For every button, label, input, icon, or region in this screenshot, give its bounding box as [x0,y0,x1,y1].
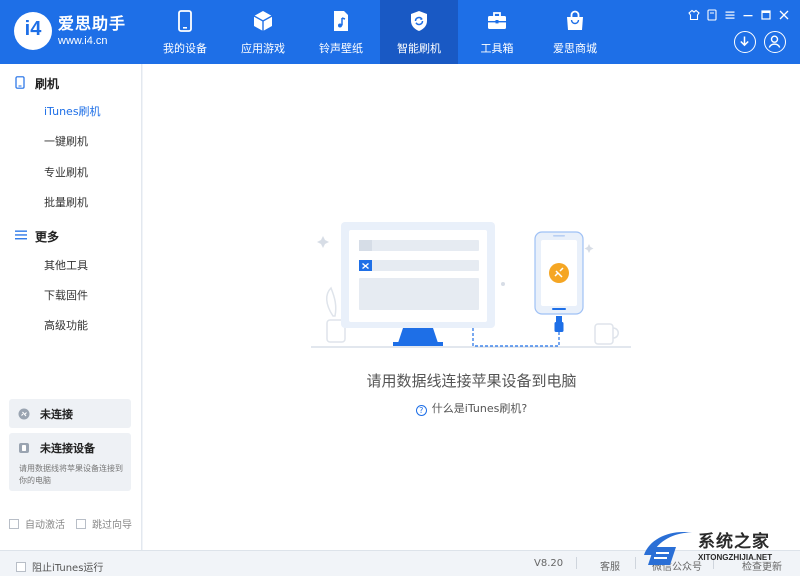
close-icon[interactable] [778,6,790,20]
device-status-title: 未连接设备 [40,442,95,455]
connect-device-message: 请用数据线连接苹果设备到电脑 [366,372,577,390]
cube-icon [253,11,273,31]
watermark-text: 系统之家 [698,532,770,552]
sidebar-item-itunes-flash[interactable]: iTunes刷机 [0,98,142,126]
auto-activate-label: 自动激活 [25,520,65,531]
watermark-url: XITONGZHIJIA.NET [698,553,773,562]
sidebar-item-advanced[interactable]: 高级功能 [0,312,142,340]
sidebar-item-pro-flash[interactable]: 专业刷机 [0,159,142,187]
tab-label: 铃声壁纸 [319,42,363,55]
minimize-icon[interactable] [742,6,754,18]
tab-label: 爱思商城 [553,42,597,55]
watermark-logo-icon [644,531,692,565]
device-icon [19,443,29,453]
tab-ringtones-wallpapers[interactable]: 铃声壁纸 [302,0,380,64]
tab-label: 应用游戏 [241,42,285,55]
sidebar-item-other-tools[interactable]: 其他工具 [0,252,142,280]
block-itunes-label: 阻止iTunes运行 [32,563,104,574]
phone-icon [178,10,192,32]
sidebar-header-more: 更多 [0,220,142,250]
skip-wizard-option[interactable]: 跳过向导 [76,516,132,531]
watermark: 系统之家 XITONGZHIJIA.NET [640,523,796,571]
support-link[interactable]: 客服 [600,558,620,573]
version-label: V8.20 [534,558,564,569]
device-status-desc: 请用数据线将苹果设备连接到你的电脑 [19,464,123,485]
sidebar-item-batch-flash[interactable]: 批量刷机 [0,189,142,217]
skip-wizard-label: 跳过向导 [92,520,132,531]
unlink-icon [18,408,30,420]
sidebar: 刷机 iTunes刷机 一键刷机 专业刷机 批量刷机 更多 其他工具 下载固件 … [0,64,142,576]
tab-i4-store[interactable]: 爱思商城 [536,0,614,64]
block-itunes-checkbox[interactable] [16,561,26,572]
skip-wizard-checkbox[interactable] [76,518,86,529]
connect-device-illustration [311,222,631,348]
logo-icon: i4 [14,12,52,50]
help-icon: ? [415,405,427,416]
phone-outline-icon [15,76,25,89]
app-name: 爱思助手 [58,14,127,33]
window-controls [688,6,790,21]
sidebar-item-download-firmware[interactable]: 下载固件 [0,282,142,310]
main-content: 请用数据线连接苹果设备到电脑 ? 什么是iTunes刷机? [143,64,800,550]
tab-label: 工具箱 [480,42,514,55]
connection-status-card: 未连接 [9,399,131,428]
divider [635,557,636,569]
itunes-flash-help-link[interactable]: ? 什么是iTunes刷机? [143,400,800,416]
auto-activate-checkbox[interactable] [9,518,19,529]
tab-label: 智能刷机 [397,42,441,55]
menu-icon[interactable] [724,6,736,19]
auto-activate-option[interactable]: 自动激活 [9,516,65,531]
user-account-button[interactable] [764,31,786,53]
toolbox-icon [488,12,506,29]
tab-my-device[interactable]: 我的设备 [146,0,224,64]
tab-toolbox[interactable]: 工具箱 [458,0,536,64]
shopping-bag-icon [567,10,583,30]
feedback-icon[interactable] [706,6,718,21]
block-itunes-option[interactable]: 阻止iTunes运行 [16,559,103,574]
connection-status-label: 未连接 [40,408,73,421]
download-arrow-icon [740,36,749,47]
tab-smart-flash[interactable]: 智能刷机 [380,0,458,64]
music-file-icon [334,11,348,31]
tab-apps-games[interactable]: 应用游戏 [224,0,302,64]
divider [576,557,577,569]
main-nav: 我的设备 应用游戏 铃声壁纸 智能刷机 工具箱 爱思商城 [146,0,614,64]
sidebar-header-label: 更多 [35,230,60,244]
help-link-label: 什么是iTunes刷机? [431,402,528,415]
skin-icon[interactable] [688,6,700,21]
user-icon [768,35,781,48]
download-button[interactable] [734,31,756,53]
sidebar-header-label: 刷机 [35,77,60,91]
refresh-shield-icon [411,11,427,31]
sidebar-header-flash: 刷机 [0,67,142,97]
maximize-icon[interactable] [760,6,772,20]
app-url: www.i4.cn [58,35,108,47]
title-bar: i4 爱思助手 www.i4.cn 我的设备 应用游戏 铃声壁纸 智能刷机 工具… [0,0,800,64]
list-icon [15,230,27,240]
tab-label: 我的设备 [163,42,207,55]
app-logo: i4 爱思助手 www.i4.cn [14,12,126,50]
device-status-card: 未连接设备 请用数据线将苹果设备连接到你的电脑 [9,433,131,491]
sidebar-item-one-click-flash[interactable]: 一键刷机 [0,128,142,156]
